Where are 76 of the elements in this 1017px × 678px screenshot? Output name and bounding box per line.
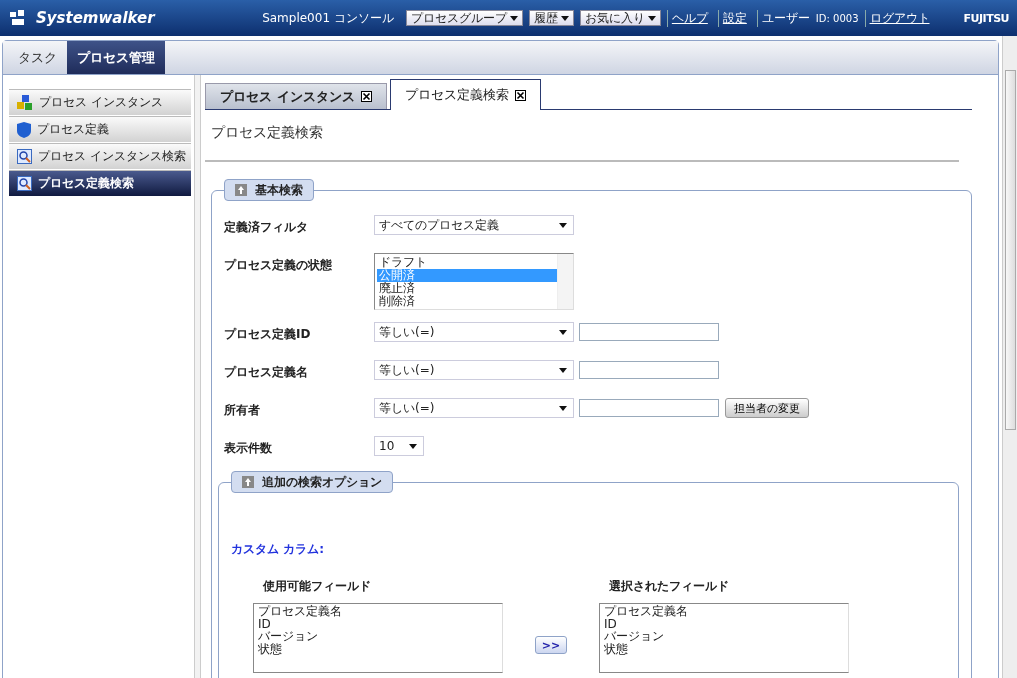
list-option[interactable]: プロセス定義名 — [604, 605, 844, 618]
sidebar-item[interactable]: プロセス インスタンス検索 — [9, 143, 191, 169]
field-label: 所有者 — [224, 402, 261, 419]
list-option[interactable]: 廃止済 — [377, 282, 557, 295]
list-option[interactable]: 状態 — [258, 642, 498, 655]
user-label: ユーザー — [756, 9, 810, 27]
logout-link[interactable]: ログアウト — [864, 9, 934, 27]
menu-dropdown[interactable]: 履歴 — [528, 10, 574, 26]
header-link[interactable]: 設定 — [717, 9, 751, 27]
caret-icon — [559, 405, 567, 411]
cubes-icon — [17, 94, 33, 111]
list-option[interactable]: バージョン — [604, 630, 844, 643]
custom-columns-label: カスタム カラム: — [231, 541, 325, 558]
shield-icon — [17, 121, 31, 138]
move-button[interactable]: >> — [535, 636, 567, 654]
input-field[interactable] — [579, 361, 719, 379]
caret-icon — [559, 367, 567, 373]
list-option[interactable]: バージョン — [258, 630, 498, 643]
dropdown[interactable]: 等しい(=) — [374, 398, 574, 418]
sidebar-item[interactable]: プロセス インスタンス — [9, 89, 191, 115]
field-list[interactable]: プロセス定義名 ID バージョン 状態 — [599, 603, 849, 673]
list-option[interactable]: プロセス定義名 — [258, 605, 498, 618]
caret-icon — [559, 329, 567, 335]
field-label: 表示件数 — [224, 440, 273, 457]
logo-text: Systemwalker — [36, 9, 155, 27]
scroll-thumb[interactable] — [1004, 70, 1016, 430]
section-header[interactable]: 追加の検索オプション — [231, 471, 393, 493]
field-label: プロセス定義ID — [224, 326, 312, 343]
list-option[interactable]: ドラフト — [377, 256, 557, 269]
page-scrollbar[interactable] — [1002, 36, 1017, 678]
dropdown[interactable]: すべてのプロセス定義 — [374, 215, 574, 235]
splitter[interactable] — [194, 75, 201, 678]
dropdown[interactable]: 等しい(=) — [374, 322, 574, 342]
change-button[interactable]: 担当者の変更 — [725, 398, 809, 418]
field-label: 定義済フィルタ — [224, 219, 309, 236]
close-icon[interactable] — [514, 89, 526, 101]
content-tab[interactable]: プロセス定義検索 — [389, 79, 541, 110]
content-tab[interactable]: プロセス インスタンス — [205, 83, 387, 109]
brand-logo: FUJITSU — [963, 11, 1009, 25]
caret-icon — [647, 15, 656, 21]
list-option[interactable]: ID — [258, 617, 498, 630]
field-list[interactable]: プロセス定義名 ID バージョン 状態 — [253, 603, 503, 673]
field-label: プロセス定義名 — [224, 364, 309, 381]
header-link[interactable]: ヘルプ — [666, 9, 712, 27]
logo-icon — [8, 10, 26, 26]
dropdown[interactable]: 等しい(=) — [374, 360, 574, 380]
input-field[interactable] — [579, 323, 719, 341]
list-option[interactable]: ID — [604, 617, 844, 630]
collapse-icon[interactable] — [242, 476, 254, 488]
caret-icon — [409, 443, 417, 449]
dropdown[interactable]: 10 — [374, 436, 424, 456]
console-name: Sample001 コンソール — [262, 9, 394, 27]
menu-dropdown[interactable]: プロセスグループ — [405, 10, 523, 26]
close-icon[interactable] — [360, 91, 372, 102]
search-icon — [17, 176, 32, 191]
collapse-icon[interactable] — [235, 184, 247, 196]
user-id: ID: 0003 — [815, 12, 859, 24]
list-box[interactable]: ドラフト 公開済 廃止済 削除済 — [374, 253, 574, 310]
sidebar-item[interactable]: プロセス定義 — [9, 116, 191, 142]
field-label: プロセス定義の状態 — [224, 257, 333, 274]
caret-icon — [559, 222, 567, 228]
main-tab[interactable]: プロセス管理 — [67, 41, 165, 74]
list-option[interactable]: 削除済 — [377, 295, 557, 308]
scrollbar[interactable] — [557, 254, 573, 309]
search-icon — [17, 149, 32, 164]
column-title: 選択されたフィールド — [608, 578, 730, 595]
column-title: 使用可能フィールド — [262, 578, 372, 595]
caret-icon — [509, 15, 518, 21]
caret-icon — [560, 15, 569, 21]
input-field[interactable] — [579, 399, 719, 417]
menu-dropdown[interactable]: お気に入り — [579, 10, 661, 26]
sidebar-item[interactable]: プロセス定義検索 — [9, 170, 191, 196]
main-tab[interactable]: タスク — [8, 41, 67, 74]
page-title: プロセス定義検索 — [205, 110, 959, 162]
list-option[interactable]: 状態 — [604, 642, 844, 655]
section-header[interactable]: 基本検索 — [224, 179, 314, 201]
